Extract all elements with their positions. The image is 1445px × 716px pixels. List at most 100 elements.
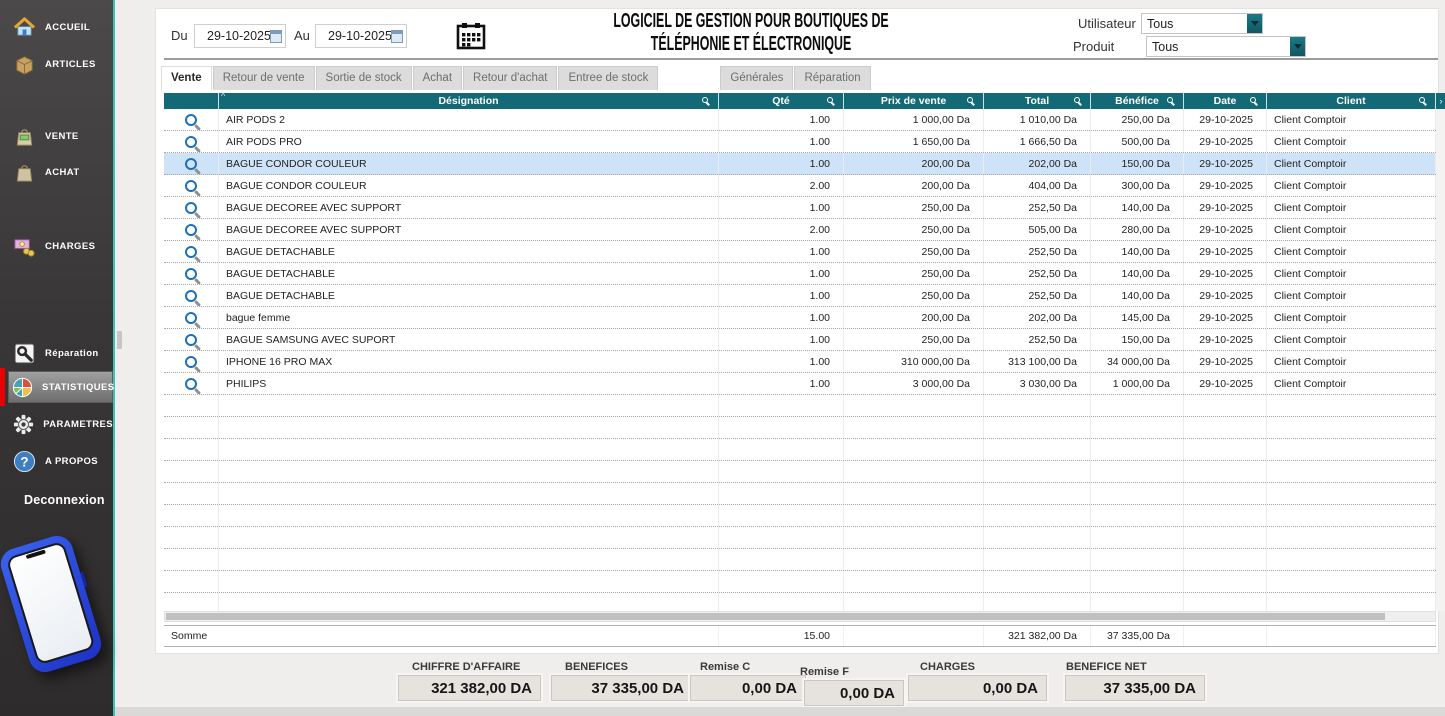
row-search-icon[interactable]: [185, 202, 197, 214]
tab-generales[interactable]: Générales: [720, 66, 793, 90]
column-search-icon[interactable]: [1250, 97, 1256, 103]
table-row[interactable]: BAGUE CONDOR COULEUR2.00200,00 Da404,00 …: [164, 175, 1436, 197]
tab-vente[interactable]: Vente: [161, 66, 212, 90]
column-header-date[interactable]: Date: [1184, 93, 1267, 109]
cell-total: [984, 439, 1091, 460]
table-row-empty[interactable]: [164, 527, 1436, 549]
table-row[interactable]: AIR PODS PRO1.001 650,00 Da1 666,50 Da50…: [164, 131, 1436, 153]
table-row-empty[interactable]: [164, 483, 1436, 505]
cell-qte: [719, 505, 844, 526]
table-row[interactable]: BAGUE CONDOR COULEUR1.00200,00 Da202,00 …: [164, 153, 1436, 175]
table-row[interactable]: BAGUE DETACHABLE1.00250,00 Da252,50 Da14…: [164, 285, 1436, 307]
vertical-scrollbar-track[interactable]: [1436, 109, 1445, 611]
table-row[interactable]: BAGUE DETACHABLE1.00250,00 Da252,50 Da14…: [164, 241, 1436, 263]
tab-achat[interactable]: Achat: [413, 66, 462, 90]
cell-designation: [219, 593, 719, 611]
table-row[interactable]: IPHONE 16 PRO MAX1.00310 000,00 Da313 10…: [164, 351, 1436, 373]
cell-prix: 250,00 Da: [844, 219, 984, 240]
vertical-scrollbar-thumb[interactable]: [117, 331, 122, 349]
table-row[interactable]: BAGUE DETACHABLE1.00250,00 Da252,50 Da14…: [164, 263, 1436, 285]
cell-total: 1 010,00 Da: [984, 109, 1091, 130]
scroll-right-button[interactable]: ›: [1436, 93, 1445, 109]
row-search-icon[interactable]: [185, 246, 197, 258]
row-search-icon[interactable]: [185, 158, 197, 170]
cell-client: [1267, 439, 1436, 460]
table-row-empty[interactable]: [164, 439, 1436, 461]
column-header-designation[interactable]: ^Désignation: [219, 93, 719, 109]
row-search-icon[interactable]: [185, 136, 197, 148]
cell-qte: [719, 527, 844, 548]
cell-prix: [844, 571, 984, 592]
table-row-empty[interactable]: [164, 593, 1436, 611]
column-search-icon[interactable]: [827, 97, 833, 103]
horizontal-scrollbar[interactable]: [164, 611, 1436, 622]
sidebar-item-reparation[interactable]: Réparation: [0, 337, 113, 369]
horizontal-scrollbar-thumb[interactable]: [166, 613, 1385, 620]
column-header-total[interactable]: Total: [984, 93, 1091, 109]
table-row[interactable]: PHILIPS1.003 000,00 Da3 030,00 Da1 000,0…: [164, 373, 1436, 395]
column-header-qte[interactable]: Qté: [719, 93, 844, 109]
row-search-icon[interactable]: [185, 290, 197, 302]
date-from-input[interactable]: 29-10-2025: [194, 24, 286, 48]
tab-retour-de-vente[interactable]: Retour de vente: [213, 66, 315, 90]
sidebar-item-statistiques[interactable]: STATISTIQUES: [0, 371, 113, 403]
table-row-empty[interactable]: [164, 395, 1436, 417]
chevron-down-icon[interactable]: [1290, 37, 1305, 56]
sidebar-item-charges[interactable]: CHARGES: [0, 230, 113, 262]
cell-date: [1184, 417, 1267, 438]
column-header-prix[interactable]: Prix de vente: [844, 93, 984, 109]
tab-retour-dachat[interactable]: Retour d'achat: [463, 66, 557, 90]
column-search-icon[interactable]: [1419, 97, 1425, 103]
cell-qte: [719, 483, 844, 504]
table-row[interactable]: BAGUE DECOREE AVEC SUPPORT1.00250,00 Da2…: [164, 197, 1436, 219]
table-row-empty[interactable]: [164, 505, 1436, 527]
product-filter-select[interactable]: Tous: [1146, 36, 1306, 57]
column-header-client[interactable]: Client: [1267, 93, 1436, 109]
sidebar-item-a-propos[interactable]: ?A PROPOS: [0, 445, 113, 477]
date-from-calendar-icon[interactable]: [270, 30, 282, 43]
row-search-icon[interactable]: [185, 180, 197, 192]
sidebar-item-vente[interactable]: VENTE: [0, 120, 113, 152]
row-search-icon[interactable]: [185, 312, 197, 324]
row-search-icon[interactable]: [185, 378, 197, 390]
table-row[interactable]: AIR PODS 21.001 000,00 Da1 010,00 Da250,…: [164, 109, 1436, 131]
cell-benefice: [1091, 439, 1184, 460]
table-row[interactable]: BAGUE SAMSUNG AVEC SUPORT1.00250,00 Da25…: [164, 329, 1436, 351]
column-header-icon[interactable]: [164, 93, 219, 109]
table-row-empty[interactable]: [164, 417, 1436, 439]
row-search-icon[interactable]: [185, 334, 197, 346]
sidebar-item-parametres[interactable]: PARAMETRES: [0, 408, 113, 440]
table-row-empty[interactable]: [164, 461, 1436, 483]
table-row[interactable]: BAGUE DECOREE AVEC SUPPORT2.00250,00 Da5…: [164, 219, 1436, 241]
cell-client: Client Comptoir: [1267, 285, 1436, 306]
column-search-icon[interactable]: [1167, 97, 1173, 103]
table-row-empty[interactable]: [164, 571, 1436, 593]
home-icon: [11, 14, 37, 40]
sidebar-item-label: CHARGES: [45, 241, 95, 252]
tab-reparation[interactable]: Réparation: [794, 66, 870, 90]
user-filter-select[interactable]: Tous: [1141, 13, 1263, 34]
row-search-icon[interactable]: [185, 268, 197, 280]
summary-value-benefice-net: 37 335,00 DA: [1065, 675, 1205, 701]
totals-label: Somme: [164, 626, 719, 646]
cell-client: [1267, 417, 1436, 438]
column-search-icon[interactable]: [1074, 97, 1080, 103]
sidebar-item-articles[interactable]: ARTICLES: [0, 48, 113, 80]
row-search-icon[interactable]: [185, 356, 197, 368]
sidebar-item-achat[interactable]: ACHAT: [0, 156, 113, 188]
column-header-benefice[interactable]: Bénéfice: [1091, 93, 1184, 109]
sidebar-item-deconnexion[interactable]: Deconnexion: [0, 484, 113, 516]
sidebar-item-accueil[interactable]: ACCUEIL: [0, 11, 113, 43]
chevron-down-icon[interactable]: [1247, 14, 1262, 33]
table-row[interactable]: bague femme1.00200,00 Da202,00 Da145,00 …: [164, 307, 1436, 329]
tab-entree-de-stock[interactable]: Entree de stock: [558, 66, 658, 90]
gear-icon: [11, 411, 35, 437]
column-search-icon[interactable]: [702, 97, 708, 103]
row-search-icon[interactable]: [185, 114, 197, 126]
table-row-empty[interactable]: [164, 549, 1436, 571]
column-search-icon[interactable]: [967, 97, 973, 103]
tab-sortie-de-stock[interactable]: Sortie de stock: [316, 66, 412, 90]
row-search-icon[interactable]: [185, 224, 197, 236]
cell-date: 29-10-2025: [1184, 329, 1267, 350]
cell-total: 252,50 Da: [984, 285, 1091, 306]
